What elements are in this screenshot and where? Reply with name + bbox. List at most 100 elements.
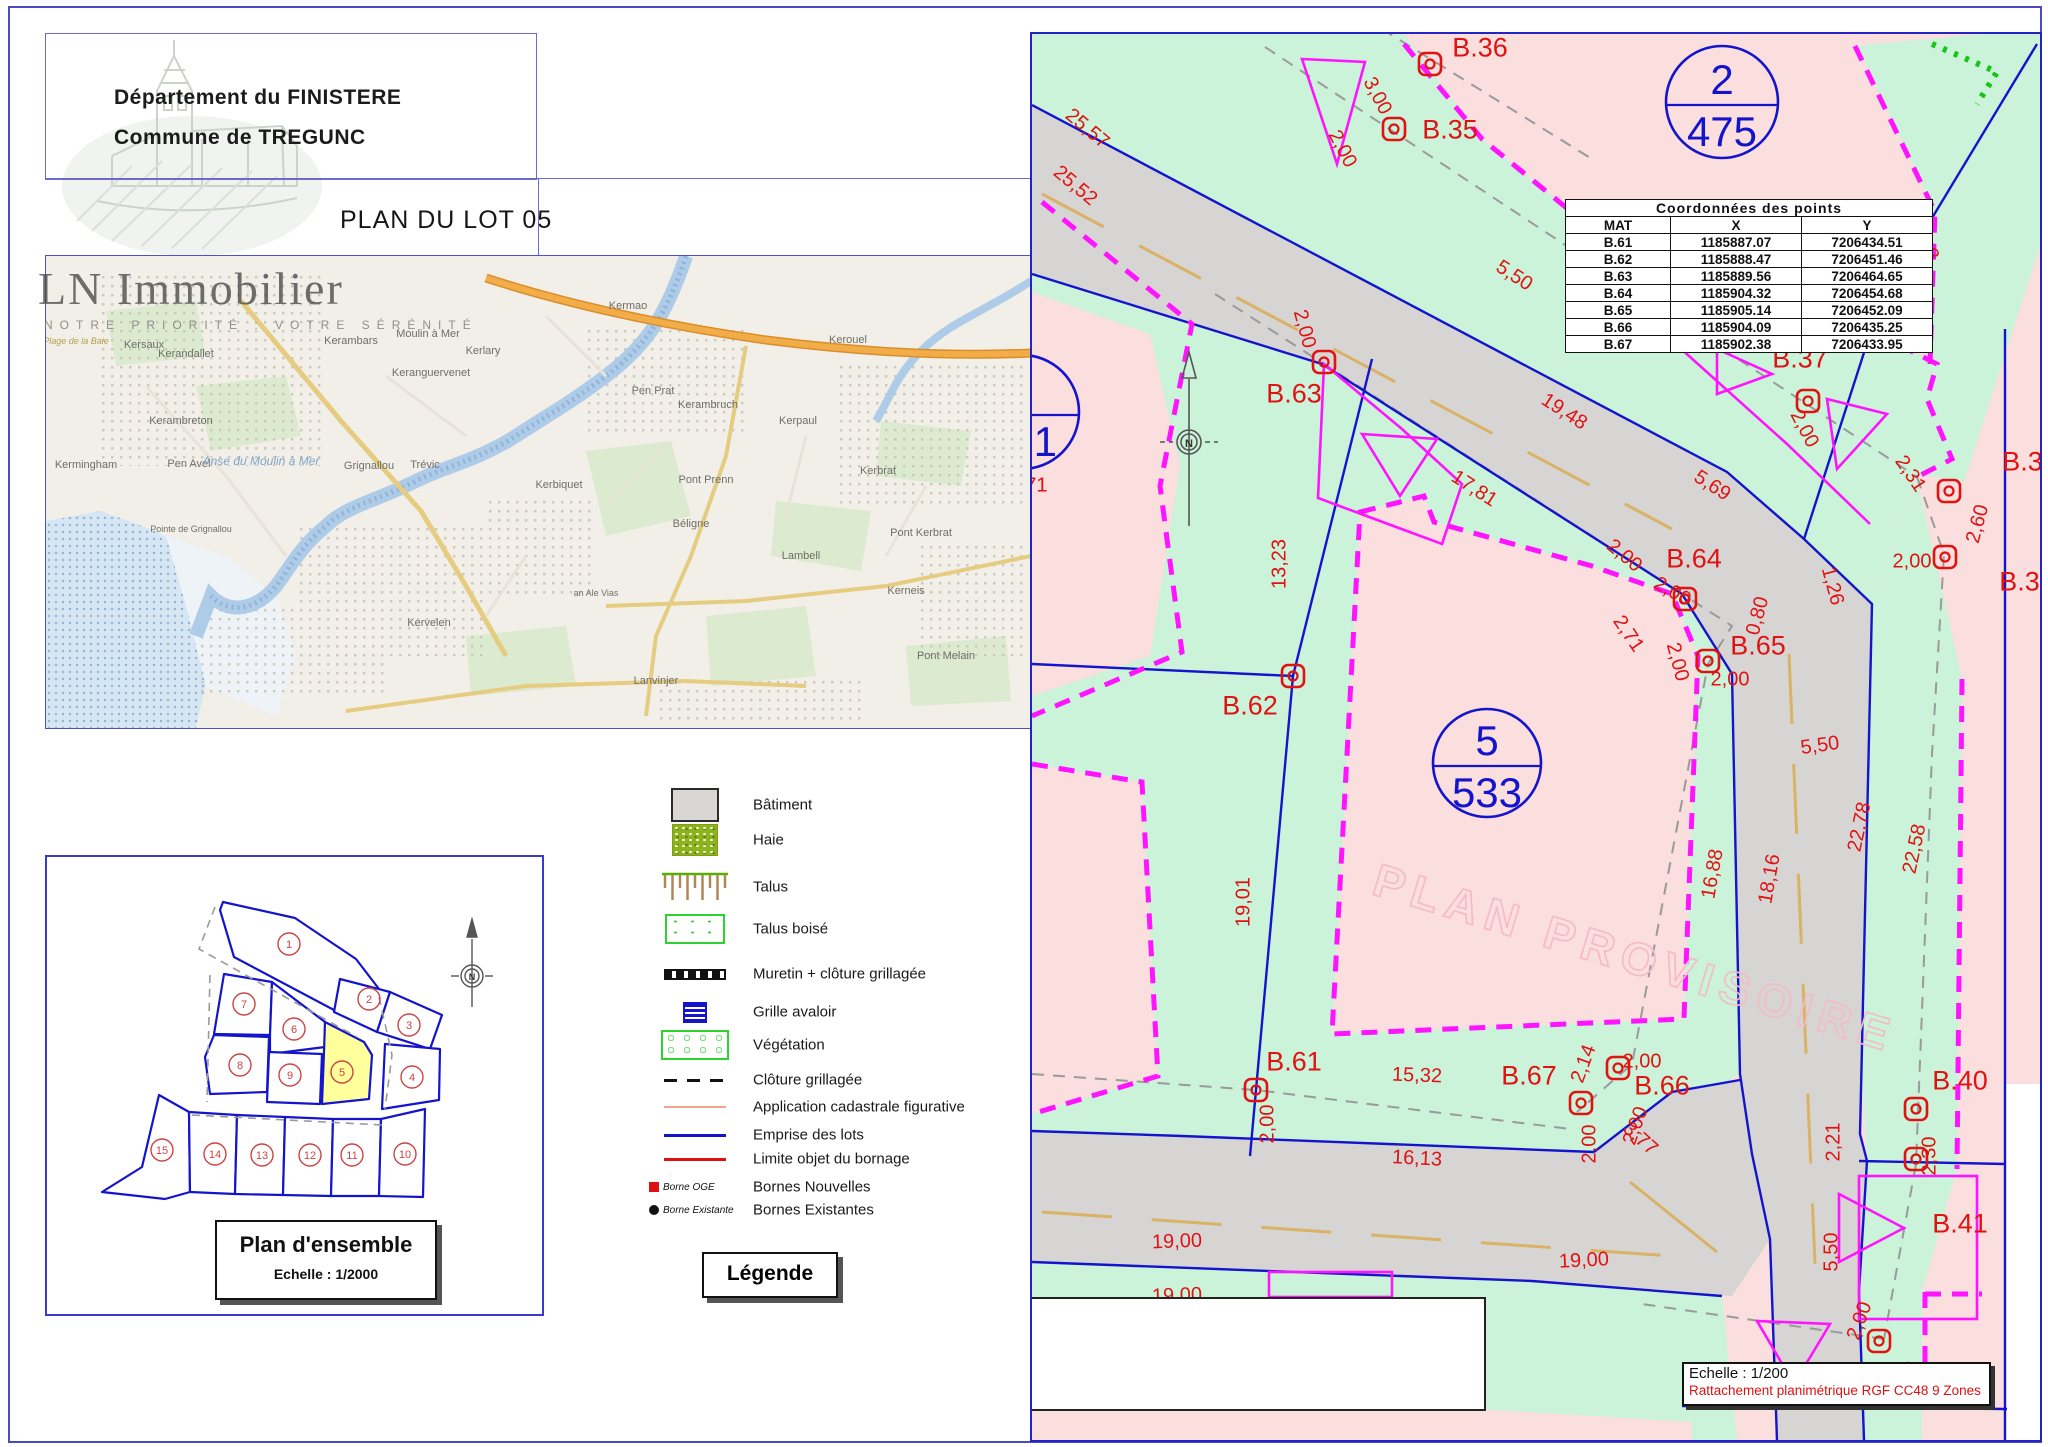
lot-number: 5: [339, 1067, 345, 1079]
measurement-label: 19,01: [1233, 877, 1256, 927]
scale-text: Echelle : 1/200: [1689, 1365, 1989, 1382]
survey-point-label: B.39: [1999, 567, 2042, 598]
map-place-label: Kerouel: [829, 334, 867, 346]
legend-item-bat: Bâtiment: [645, 788, 1025, 822]
map-place-label: Pont Melain: [917, 650, 975, 662]
map-place-label: Pont Kerbrat: [890, 527, 952, 539]
grille-symbol: [645, 995, 745, 1029]
ensemble-title: Plan d'ensemble: [217, 1232, 435, 1258]
map-place-label: Keranguervenet: [392, 367, 470, 379]
legend-label: Bornes Existantes: [753, 1202, 874, 1219]
lot-number: 11: [346, 1150, 357, 1162]
map-place-label: Grignallou: [344, 460, 394, 472]
map-place-label: Kerambars: [324, 335, 378, 347]
measurement-label: 15,32: [1392, 1064, 1443, 1089]
map-place-label: Lanvinjer: [634, 675, 679, 687]
title-block: Département du FINISTERE Commune de TREG…: [45, 33, 537, 180]
map-place-label: Kerambruch: [678, 399, 738, 411]
symbol-caption: Borne OGE: [663, 1182, 715, 1193]
legend-label: Limite objet du bornage: [753, 1151, 910, 1168]
ensemble-title-box: Plan d'ensemble Echelle : 1/2000: [215, 1220, 437, 1300]
measurement-label: 5,50: [1821, 1233, 1844, 1272]
survey-point-label: B.40: [1932, 1066, 1988, 1097]
measurement-label: 2,30: [1919, 1137, 1942, 1176]
lot-number: 8: [237, 1060, 243, 1072]
measurement-label: 2,00: [1893, 551, 1932, 574]
survey-point-label: B.41: [1932, 1209, 1988, 1240]
legend-label: Végétation: [753, 1037, 825, 1054]
coordinates-table: Coordonnées des pointsMATXYB.611185887.0…: [1565, 199, 1933, 353]
measurement-label: 2,00: [1257, 1105, 1280, 1144]
page-title: PLAN DU LOT 05: [340, 206, 552, 235]
measurement-label: 1,71: [1030, 475, 1047, 498]
legend-label: Application cadastrale figurative: [753, 1099, 965, 1116]
lot-number: 6: [291, 1024, 297, 1036]
table-row: B.661185904.097206435.25: [1566, 319, 1933, 336]
survey-point-label: B.38: [2002, 447, 2042, 478]
table-column: MAT: [1566, 217, 1671, 234]
map-place-label: Pont Prenn: [678, 474, 733, 486]
measurement-label: 13,23: [1269, 539, 1292, 589]
lot-number: 7: [241, 999, 247, 1011]
map-place-label: Plage de la Baie: [45, 336, 109, 346]
measurement-label: 2,00: [1711, 669, 1750, 692]
survey-point-label: B.67: [1501, 1061, 1557, 1092]
table-row: B.641185904.327206454.68: [1566, 285, 1933, 302]
map-place-label: Kerneis: [887, 585, 924, 597]
map-place-label: Pen Prat: [632, 385, 675, 397]
measurement-label: 16,13: [1391, 1146, 1442, 1172]
haie-symbol: [645, 823, 745, 857]
legend-item-haie: Haie: [645, 823, 1025, 857]
parcel-lot-number: 5: [1475, 717, 1498, 764]
map-place-label: Kerlary: [466, 345, 501, 357]
lot-number: 13: [256, 1150, 268, 1162]
svg-text:N: N: [1185, 438, 1193, 450]
talus-symbol: [645, 870, 745, 904]
legend: BâtimentHaieTalusTalus boiséMuretin + cl…: [645, 770, 1025, 1240]
tb-symbol: [645, 912, 745, 946]
survey-point-label: B.63: [1266, 379, 1322, 410]
legend-label: Talus boisé: [753, 921, 828, 938]
survey-point-label: B.65: [1730, 631, 1786, 662]
mur-symbol: [645, 957, 745, 991]
parcel-lot-number: 2: [1710, 56, 1733, 103]
map-place-label: Kervelen: [407, 617, 450, 629]
map-place-label: Kerbrat: [860, 465, 896, 477]
legend-label: Emprise des lots: [753, 1127, 864, 1144]
map-place-label: Kerambreton: [149, 415, 213, 427]
legend-item-talus: Talus: [645, 870, 1025, 904]
table-row: B.651185905.147206452.09: [1566, 302, 1933, 319]
lot-number: 9: [287, 1070, 293, 1082]
survey-point-label: B.61: [1266, 1047, 1322, 1078]
symbol-caption: Borne Existante: [663, 1205, 734, 1216]
commune-label: Commune de TREGUNC: [114, 126, 366, 150]
map-place-label: Béligne: [673, 518, 710, 530]
parcel-cadastre-number: 475: [1687, 108, 1757, 155]
table-title: Coordonnées des points: [1566, 200, 1933, 217]
table-column: X: [1671, 217, 1802, 234]
table-column: Y: [1802, 217, 1933, 234]
map-place-label: Kermingham: [55, 459, 117, 471]
parcel-cadastre-number: 531: [1032, 418, 1057, 465]
map-place-label: Trévic: [410, 459, 440, 471]
lot-number: 3: [406, 1020, 412, 1032]
table-row: B.671185902.387206433.95: [1566, 336, 1933, 353]
legend-label: Clôture grillagée: [753, 1072, 862, 1089]
map-place-label: Anse du Moulin à Mer: [203, 454, 320, 468]
veg-symbol: [645, 1028, 745, 1062]
measurement-label: 19,00: [1558, 1248, 1609, 1274]
legend-item-tb: Talus boisé: [645, 912, 1025, 946]
map-place-label: Kerandallet: [158, 348, 214, 360]
legend-label: Grille avaloir: [753, 1004, 836, 1021]
lot-number: 15: [156, 1145, 168, 1157]
brand-tagline: NOTRE PRIORITÉ : VOTRE SÉRÉNITÉ: [44, 318, 478, 332]
legend-label: Haie: [753, 832, 784, 849]
table-row: B.631185889.567206464.65: [1566, 268, 1933, 285]
be-symbol: Borne Existante: [645, 1193, 749, 1227]
legend-item-grille: Grille avaloir: [645, 995, 1025, 1029]
measurement-label: 2,21: [1823, 1123, 1846, 1162]
map-place-label: Kerbiquet: [535, 479, 582, 491]
department-label: Département du FINISTERE: [114, 86, 401, 110]
document-page: Département du FINISTERE Commune de TREG…: [0, 0, 2048, 1447]
map-place-label: Lambell: [782, 550, 821, 562]
